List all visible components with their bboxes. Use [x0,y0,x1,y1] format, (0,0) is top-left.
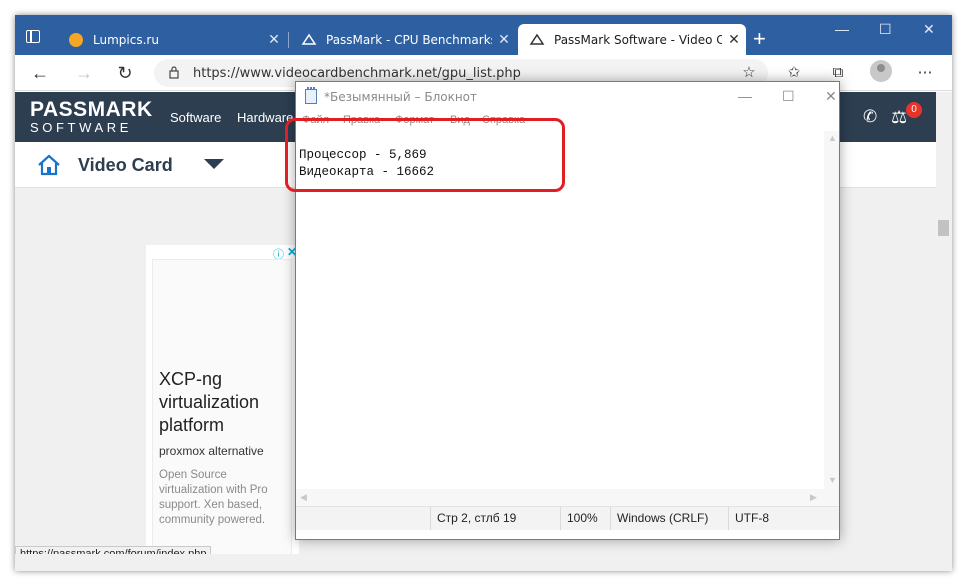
new-tab-button[interactable]: + [753,26,766,52]
minimize-button[interactable]: — [835,21,849,37]
home-icon[interactable] [37,153,61,177]
scroll-left-icon[interactable]: ◀ [300,492,307,503]
scroll-down-icon[interactable]: ▼ [828,475,837,485]
notepad-minimize-button[interactable]: — [738,88,752,104]
ad-subtitle[interactable]: proxmox alternative [159,444,264,458]
forward-arrow-icon[interactable]: → [72,61,96,85]
chevron-down-icon[interactable] [204,159,224,169]
back-arrow-icon[interactable]: ← [28,61,52,85]
tab-actions-icon[interactable] [26,30,40,43]
notepad-icon [305,87,317,104]
page-horizontal-scrollbar[interactable] [15,554,952,571]
menu-hardware[interactable]: Hardware [237,110,293,125]
tab-label: Lumpics.ru [93,32,159,47]
favorites-icon[interactable]: ✩ [784,63,804,83]
passmark-favicon-icon [301,33,317,45]
close-tab-icon[interactable]: ✕ [262,32,286,48]
tab-video-card[interactable]: PassMark Software - Video Card ✕ [518,24,746,55]
ad-headline[interactable]: XCP-ng virtualization platform [159,368,289,437]
close-window-button[interactable]: ✕ [923,21,935,38]
tab-separator [288,32,289,48]
more-menu-icon[interactable]: ⋯ [915,63,935,83]
compare-count-badge: 0 [906,102,922,118]
tab-lumpics[interactable]: Lumpics.ru ✕ [57,24,286,55]
notepad-titlebar[interactable]: *Безымянный – Блокнот — ☐ ✕ [296,82,839,112]
notepad-statusbar: Стр 2, стлб 19 100% Windows (CRLF) UTF-8 [296,506,839,530]
tab-bar: Lumpics.ru ✕ PassMark - CPU Benchmarks -… [15,15,952,55]
lumpics-favicon-icon [69,32,83,47]
add-favorite-icon[interactable]: ☆ [739,63,759,83]
scroll-right-icon[interactable]: ▶ [810,492,817,503]
notepad-title: *Безымянный – Блокнот [324,90,478,104]
close-tab-icon[interactable]: ✕ [492,32,516,48]
compare-icon[interactable]: ⚖ [891,107,907,128]
url-text[interactable]: https://www.videocardbenchmark.net/gpu_l… [193,66,521,81]
notepad-close-button[interactable]: ✕ [825,88,837,105]
passmark-favicon-icon [529,33,545,45]
zoom-level: 100% [560,507,610,530]
notepad-horizontal-scrollbar[interactable]: ◀ ▶ [296,489,824,506]
notepad-maximize-button[interactable]: ☐ [782,88,795,105]
page-scroll-thumb[interactable] [938,220,949,236]
close-tab-icon[interactable]: ✕ [722,32,746,48]
menu-software[interactable]: Software [170,110,221,125]
page-vertical-scrollbar[interactable] [936,92,952,554]
tab-label: PassMark Software - Video Card [554,32,722,47]
highlight-frame [285,118,565,192]
link-status-url: https://passmark.com/forum/index.php [15,546,212,554]
maximize-button[interactable]: ☐ [879,21,892,38]
tab-label: PassMark - CPU Benchmarks - L [326,32,492,47]
line-endings: Windows (CRLF) [610,507,728,530]
page-title: Video Card [78,155,173,175]
encoding: UTF-8 [728,507,839,530]
scroll-up-icon[interactable]: ▲ [828,133,837,143]
tab-cpu-benchmarks[interactable]: PassMark - CPU Benchmarks - L ✕ [290,24,516,55]
cursor-position: Стр 2, стлб 19 [430,507,560,530]
collections-icon[interactable]: ⧉ [828,63,848,83]
passmark-logo[interactable]: PASSMARK [30,98,153,122]
ad-body: Open Source virtualization with Pro supp… [159,469,268,526]
passmark-logo-subtitle[interactable]: SOFTWARE [30,120,132,135]
refresh-icon[interactable]: ↻ [113,61,137,85]
advertisement[interactable]: ⓘ ✕ XCP-ng virtualization platform proxm… [146,245,299,554]
phone-icon[interactable]: ✆ [863,107,877,127]
lock-icon[interactable] [169,66,179,79]
resize-grip-icon[interactable] [824,489,839,506]
profile-avatar[interactable] [870,60,892,82]
notepad-vertical-scrollbar[interactable]: ▲ ▼ [824,131,839,489]
